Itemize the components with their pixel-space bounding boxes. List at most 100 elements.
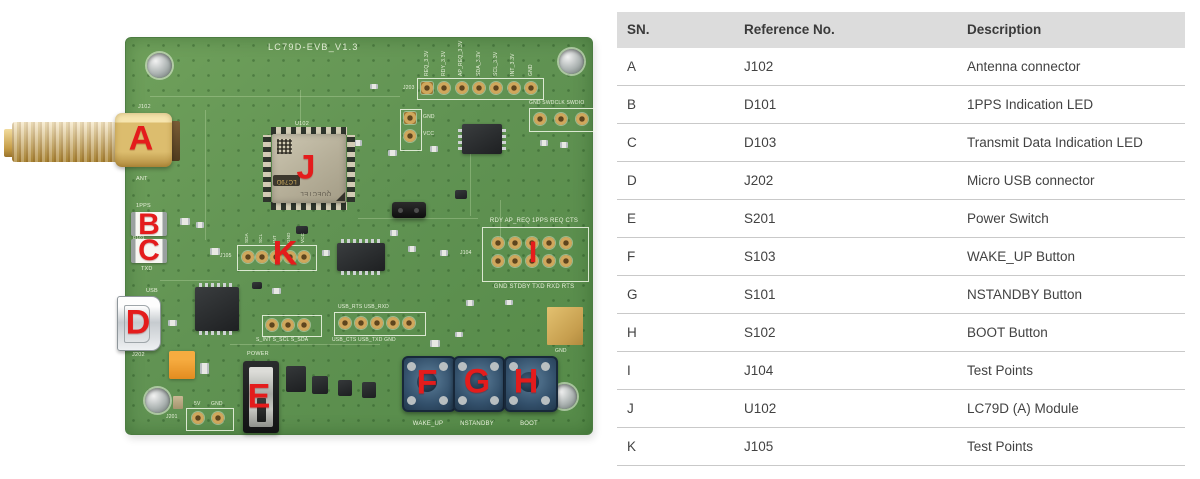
solder-pad xyxy=(192,412,204,424)
j204-top-silkscreen: USB_RTS USB_RXD xyxy=(338,304,389,310)
i2c-silkscreen: S_INT S_SCL S_SDA xyxy=(256,337,308,343)
cell-ref: J102 xyxy=(734,60,957,74)
cell-sn: K xyxy=(617,440,734,454)
nstandby-silkscreen: NSTANDBY xyxy=(452,421,502,427)
solder-pad xyxy=(355,317,367,329)
board-title-silkscreen: LC79D-EVB_V1.3 xyxy=(268,42,359,52)
cell-sn: I xyxy=(617,364,734,378)
j105-pin-label: VCC xyxy=(300,222,305,243)
marker-d: D xyxy=(126,304,151,343)
cell-ref: D103 xyxy=(734,136,957,150)
j104-silkscreen: J104 xyxy=(460,250,472,256)
cell-desc: 1PPS Indication LED xyxy=(957,98,1185,112)
solder-pad xyxy=(560,255,572,267)
cell-sn: F xyxy=(617,250,734,264)
cell-ref: J105 xyxy=(734,440,957,454)
cell-sn: G xyxy=(617,288,734,302)
copper-trace xyxy=(470,152,471,216)
solder-pad xyxy=(404,130,416,142)
wake-up-silkscreen: WAKE_UP xyxy=(404,421,452,427)
solder-pad xyxy=(525,82,537,94)
table-header-row: SN. Reference No. Description xyxy=(617,12,1185,48)
module-pads xyxy=(263,135,271,202)
j103-vcc-silkscreen: VCC xyxy=(423,131,434,137)
header-reference: Reference No. xyxy=(734,23,957,37)
j203-pin-label: GND xyxy=(528,52,534,76)
j105-pin-label: SDA xyxy=(244,222,249,243)
solder-pad xyxy=(256,251,268,263)
table-row: D J202 Micro USB connector xyxy=(617,162,1185,200)
j203-pin-label: SCL_3.3V xyxy=(493,42,499,76)
marker-g: G xyxy=(464,363,490,402)
j102-silkscreen: J102 xyxy=(138,104,151,110)
table-row: G S101 NSTANDBY Button xyxy=(617,276,1185,314)
reference-table: SN. Reference No. Description A J102 Ant… xyxy=(617,12,1185,466)
j105-silkscreen: J105 xyxy=(220,253,232,259)
solder-pad xyxy=(298,319,310,331)
manual-figure: LC79D-EVB_V1.3 J102 ANT 1PPS D101 TXD US… xyxy=(0,0,1200,479)
smd-component xyxy=(430,146,438,152)
table-row: B D101 1PPS Indication LED xyxy=(617,86,1185,124)
j203-pin-label: INT_3.3V xyxy=(510,42,516,76)
cell-ref: D101 xyxy=(734,98,957,112)
table-row: K J105 Test Points xyxy=(617,428,1185,466)
solder-pad xyxy=(339,317,351,329)
smd-component xyxy=(252,282,262,289)
solder-pad xyxy=(543,237,555,249)
j203-pin-label: SDA_3.3V xyxy=(476,42,482,76)
table-row: I J104 Test Points xyxy=(617,352,1185,390)
smd-component xyxy=(286,366,306,392)
cell-sn: C xyxy=(617,136,734,150)
cell-ref: S201 xyxy=(734,212,957,226)
j104-top-silkscreen: RDY AP_REQ 1PPS REQ CTS xyxy=(480,218,588,224)
cell-desc: BOOT Button xyxy=(957,326,1185,340)
solder-pad xyxy=(421,82,433,94)
smd-component xyxy=(354,140,362,146)
smd-component xyxy=(196,222,204,228)
smd-component xyxy=(540,140,548,146)
module-pin1-mark xyxy=(336,192,345,201)
smd-component xyxy=(505,300,513,305)
j203-pin-label: REQ_3.3V xyxy=(424,42,430,76)
marker-a: A xyxy=(129,120,154,159)
smd-component xyxy=(560,142,568,148)
copper-trace xyxy=(358,218,478,219)
cell-desc: Micro USB connector xyxy=(957,174,1185,188)
solder-pad xyxy=(509,237,521,249)
marker-i: I xyxy=(529,236,537,270)
table-row: H S102 BOOT Button xyxy=(617,314,1185,352)
mounting-hole xyxy=(145,388,170,413)
cell-desc: LC79D (A) Module xyxy=(957,402,1185,416)
cell-desc: NSTANDBY Button xyxy=(957,288,1185,302)
sma-connector-pin xyxy=(171,121,180,161)
tantalum-capacitor xyxy=(169,351,195,379)
marker-e: E xyxy=(248,378,271,417)
cell-sn: A xyxy=(617,60,734,74)
cell-ref: J202 xyxy=(734,174,957,188)
j105-pin-label: SCL xyxy=(258,222,263,243)
copper-trace xyxy=(230,344,380,345)
cell-ref: U102 xyxy=(734,402,957,416)
header-description: Description xyxy=(957,23,1185,37)
copper-trace xyxy=(205,110,206,240)
j201-5v-silkscreen: 5V xyxy=(194,401,201,407)
cell-desc: Antenna connector xyxy=(957,60,1185,74)
j204-bottom-silkscreen: USB_CTS USB_TXD GND xyxy=(332,337,396,343)
smd-component xyxy=(168,320,177,326)
solder-pad xyxy=(560,237,572,249)
smd-component xyxy=(440,250,448,256)
module-datamatrix xyxy=(277,139,292,154)
cell-desc: Test Points xyxy=(957,364,1185,378)
marker-j: J xyxy=(297,149,316,188)
cell-sn: J xyxy=(617,402,734,416)
table-row: J U102 LC79D (A) Module xyxy=(617,390,1185,428)
jumper-cap xyxy=(392,202,426,218)
solder-pad xyxy=(473,82,485,94)
cell-desc: Test Points xyxy=(957,440,1185,454)
j203-silkscreen: J203 xyxy=(403,85,415,91)
usb-silkscreen: USB xyxy=(146,288,158,294)
smd-component xyxy=(272,288,281,294)
solder-pad xyxy=(387,317,399,329)
smd-component xyxy=(408,246,416,252)
solder-pad xyxy=(242,251,254,263)
